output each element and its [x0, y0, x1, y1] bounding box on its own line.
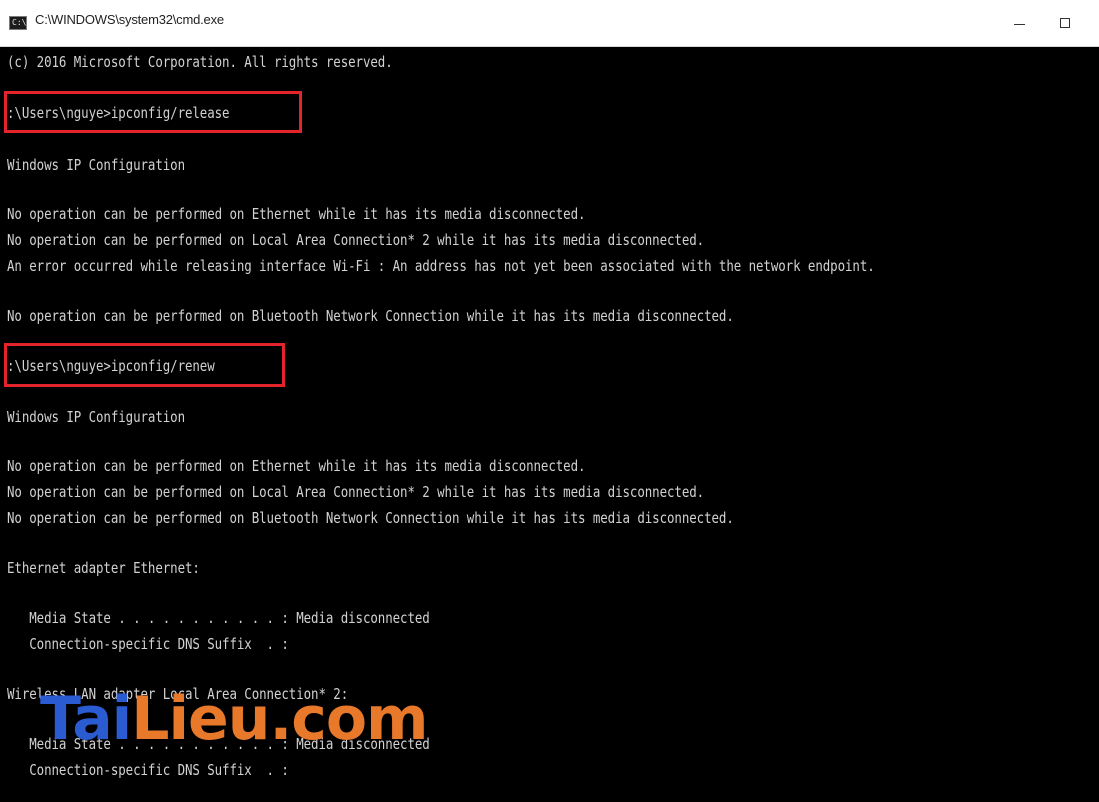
console-line: Connection-specific DNS Suffix . : [7, 635, 289, 653]
highlight-box-renew [4, 343, 285, 387]
watermark-part-lieu: Lieu [131, 684, 270, 754]
console-line: Ethernet adapter Ethernet: [7, 559, 200, 577]
console-line: No operation can be performed on Etherne… [7, 205, 586, 223]
highlight-box-release [4, 91, 302, 133]
maximize-button[interactable] [1042, 0, 1088, 46]
minimize-button[interactable] [996, 0, 1042, 46]
console-line: Media State . . . . . . . . . . . : Medi… [7, 609, 430, 627]
console-line: No operation can be performed on Bluetoo… [7, 509, 734, 527]
watermark-logo: TaiLieu.com [40, 684, 429, 754]
minimize-icon [1013, 23, 1025, 25]
maximize-icon [1060, 18, 1070, 28]
console-line: Connection-specific DNS Suffix . : [7, 761, 289, 779]
console-line: An error occurred while releasing interf… [7, 257, 875, 275]
console-line: No operation can be performed on Etherne… [7, 457, 586, 475]
console-line: (c) 2016 Microsoft Corporation. All righ… [7, 53, 393, 71]
console-line: Windows IP Configuration [7, 156, 185, 174]
window-title: C:\WINDOWS\system32\cmd.exe [35, 12, 224, 27]
console-line: No operation can be performed on Local A… [7, 231, 705, 249]
watermark-part-tai: Tai [40, 684, 132, 754]
title-bar: C:\ C:\WINDOWS\system32\cmd.exe ✕ [0, 0, 1099, 47]
console-line: No operation can be performed on Bluetoo… [7, 307, 734, 325]
console-line: No operation can be performed on Local A… [7, 483, 705, 501]
close-button[interactable]: ✕ [1088, 0, 1099, 46]
cmd-icon[interactable]: C:\ [9, 16, 27, 30]
watermark-part-com: .com [269, 684, 428, 754]
console-line: Windows IP Configuration [7, 408, 185, 426]
